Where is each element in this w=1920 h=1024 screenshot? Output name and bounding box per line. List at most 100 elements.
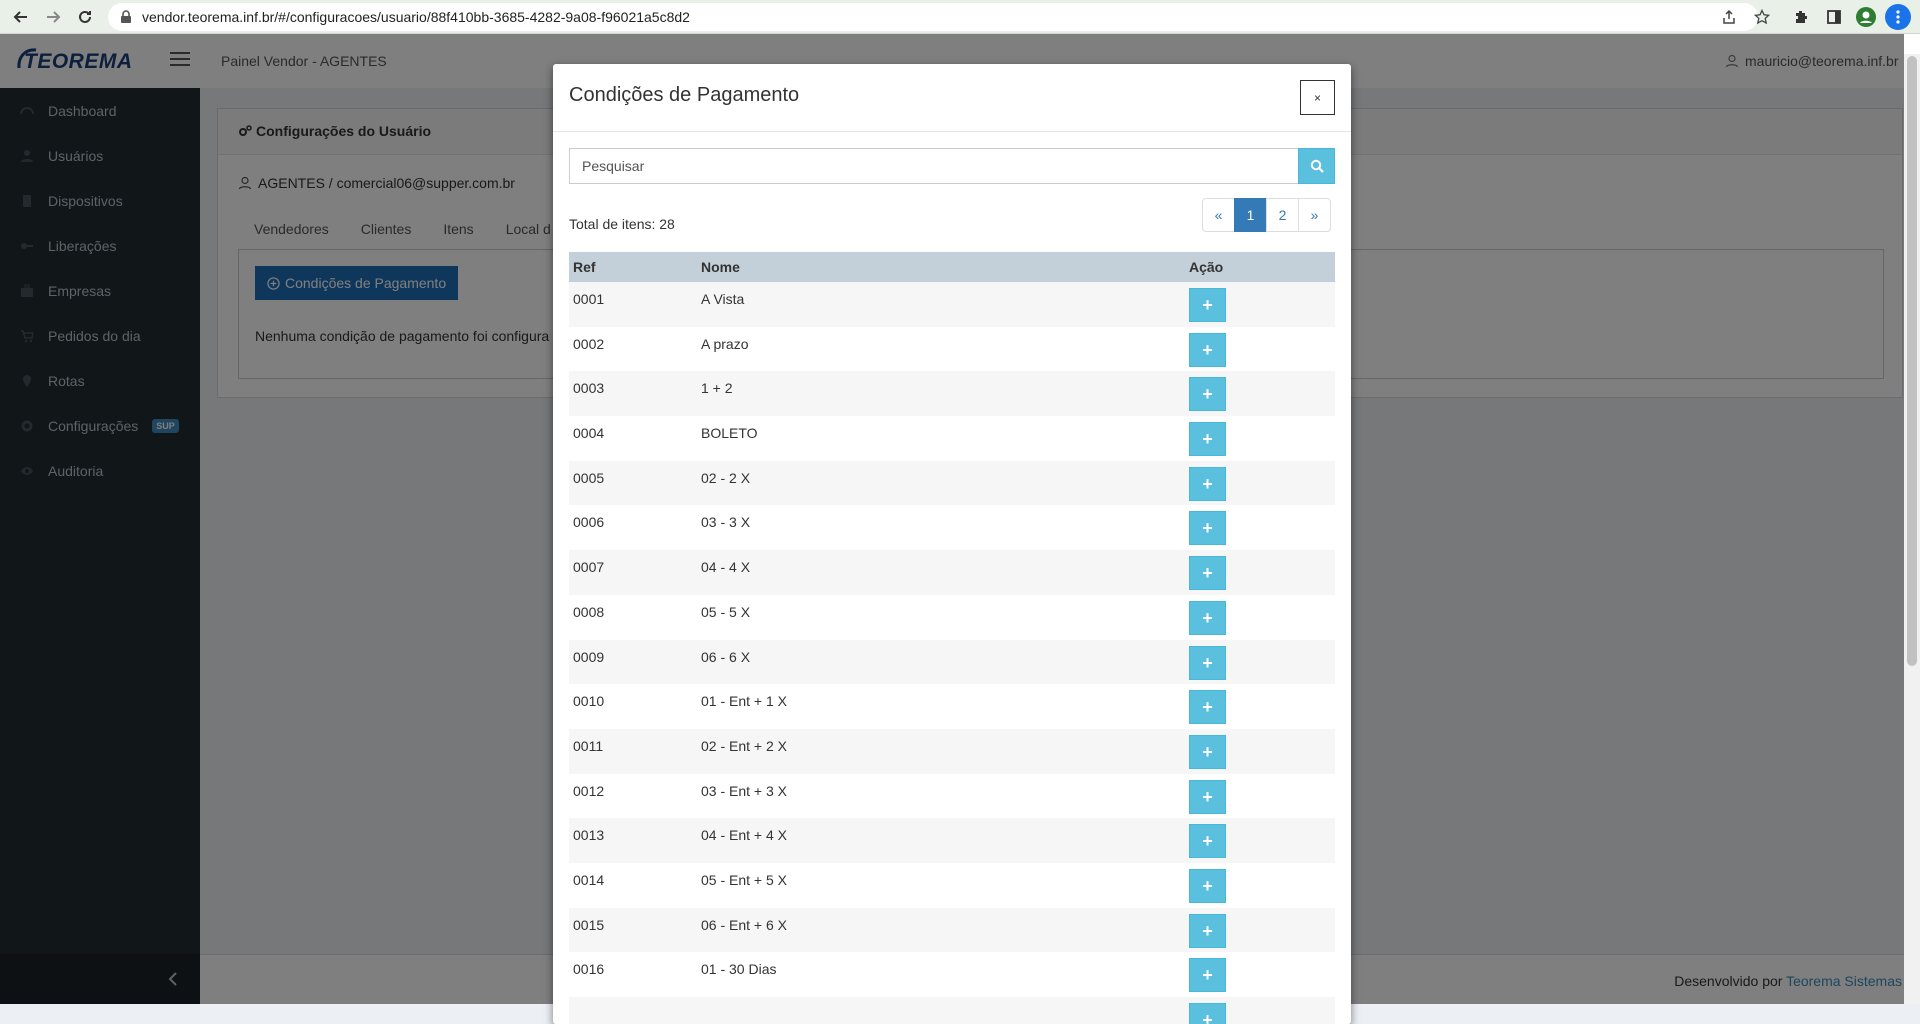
- cell-nome: 06 - 6 X: [701, 648, 751, 665]
- add-button[interactable]: +: [1189, 556, 1226, 591]
- add-button[interactable]: +: [1189, 690, 1226, 725]
- page-2[interactable]: 2: [1266, 198, 1299, 232]
- cell-acao: +: [1189, 416, 1335, 461]
- plus-icon: +: [1202, 295, 1213, 315]
- pagination: « 1 2 »: [1202, 198, 1331, 232]
- cell-nome: 04 - 4 X: [701, 559, 751, 576]
- profile-icon[interactable]: [1853, 4, 1879, 30]
- cell-acao: +: [1189, 461, 1335, 506]
- plus-icon: +: [1202, 875, 1213, 896]
- page-1[interactable]: 1: [1234, 198, 1267, 232]
- add-button[interactable]: +: [1189, 332, 1226, 367]
- cell-ref: 0007: [573, 559, 605, 576]
- add-button[interactable]: +: [1189, 377, 1226, 412]
- cell-nome: 03 - Ent + 3 X: [701, 782, 787, 799]
- cell-ref: 0001: [573, 291, 605, 307]
- cell-ref: 0016: [573, 961, 605, 978]
- cell-nome: 02 - Ent + 2 X: [701, 737, 787, 754]
- page-prev[interactable]: «: [1202, 198, 1235, 232]
- close-icon: ×: [1313, 90, 1321, 105]
- url-text: vendor.teorema.inf.br/#/configuracoes/us…: [142, 9, 690, 25]
- modal-header: Condições de Pagamento ×: [553, 64, 1351, 132]
- table-row: +: [569, 997, 1335, 1024]
- add-button[interactable]: +: [1189, 913, 1226, 948]
- plus-icon: +: [1202, 563, 1213, 584]
- plus-icon: +: [1202, 697, 1213, 718]
- add-button[interactable]: +: [1189, 645, 1226, 680]
- cell-ref: 0013: [573, 827, 605, 844]
- add-button[interactable]: +: [1189, 824, 1226, 859]
- search-input[interactable]: [569, 148, 1299, 184]
- plus-icon: +: [1202, 741, 1213, 762]
- cell-nome: 04 - Ent + 4 X: [701, 827, 787, 844]
- add-button[interactable]: +: [1189, 511, 1226, 546]
- back-icon[interactable]: [8, 4, 34, 30]
- extensions-icon[interactable]: [1788, 4, 1814, 30]
- add-button[interactable]: +: [1189, 600, 1226, 635]
- cell-ref: 0009: [573, 648, 605, 665]
- scrollbar-thumb[interactable]: [1907, 56, 1917, 666]
- lock-icon: [121, 10, 131, 23]
- menu-dots-icon[interactable]: [1885, 4, 1911, 30]
- cell-ref: [569, 997, 697, 1024]
- plus-icon: +: [1202, 786, 1213, 807]
- cell-acao: +: [1189, 371, 1335, 416]
- close-button[interactable]: ×: [1300, 80, 1335, 115]
- table-row: 0006 03 - 3 X +: [569, 505, 1335, 550]
- share-icon[interactable]: [1716, 4, 1742, 30]
- reload-icon[interactable]: [72, 4, 98, 30]
- add-button[interactable]: +: [1189, 779, 1226, 814]
- table-row: 0014 05 - Ent + 5 X +: [569, 863, 1335, 908]
- add-button[interactable]: +: [1189, 422, 1226, 457]
- modal-title: Condições de Pagamento: [569, 84, 800, 106]
- add-button[interactable]: +: [1189, 1003, 1226, 1024]
- page-next[interactable]: »: [1298, 198, 1331, 232]
- table-row: 0009 06 - 6 X +: [569, 639, 1335, 685]
- plus-icon: +: [1202, 473, 1213, 494]
- table-header: Ref Nome Ação: [569, 252, 1335, 282]
- search-button[interactable]: [1298, 148, 1335, 184]
- forward-icon[interactable]: [40, 4, 66, 30]
- cell-acao: +: [1189, 327, 1335, 372]
- add-button[interactable]: +: [1189, 734, 1226, 769]
- cell-acao: +: [1189, 282, 1335, 327]
- star-icon[interactable]: [1749, 4, 1775, 30]
- page-scrollbar[interactable]: [1904, 54, 1920, 1004]
- conditions-table: Ref Nome Ação 0001 A Vista +0002 A prazo +00…: [569, 252, 1335, 1024]
- table-row: 0007 04 - 4 X +: [569, 550, 1335, 595]
- add-button[interactable]: +: [1189, 466, 1226, 501]
- cell-acao: +: [1189, 595, 1335, 640]
- cell-ref: 0002: [573, 335, 605, 352]
- cell-acao: +: [1189, 908, 1335, 953]
- plus-icon: +: [1202, 607, 1213, 628]
- browser-chrome: vendor.teorema.inf.br/#/configuracoes/us…: [0, 0, 1920, 34]
- cell-nome: [697, 997, 1189, 1024]
- cell-acao: +: [1189, 863, 1335, 908]
- plus-icon: +: [1202, 1010, 1213, 1024]
- add-button[interactable]: +: [1189, 288, 1226, 322]
- add-button[interactable]: +: [1189, 958, 1226, 993]
- search-bar: [569, 148, 1335, 184]
- cell-ref: 0008: [573, 603, 605, 620]
- cell-acao: +: [1189, 952, 1335, 997]
- add-button[interactable]: +: [1189, 868, 1226, 903]
- table-row: 0002 A prazo +: [569, 327, 1335, 372]
- cell-nome: 1 + 2: [701, 380, 733, 397]
- cell-acao: +: [1189, 505, 1335, 550]
- cell-nome: BOLETO: [701, 425, 758, 442]
- cell-ref: 0015: [573, 916, 605, 933]
- table-row: 0016 01 - 30 Dias +: [569, 952, 1335, 997]
- search-icon: [1310, 159, 1324, 173]
- side-panel-icon[interactable]: [1821, 4, 1847, 30]
- cell-nome: 01 - 30 Dias: [701, 961, 777, 978]
- cell-nome: A Vista: [701, 291, 745, 307]
- plus-icon: +: [1202, 518, 1213, 539]
- cell-acao: +: [1189, 729, 1335, 774]
- cell-ref: 0014: [573, 871, 605, 888]
- table-row: 0004 BOLETO +: [569, 416, 1335, 461]
- address-bar[interactable]: vendor.teorema.inf.br/#/configuracoes/us…: [108, 3, 1758, 31]
- cell-nome: 05 - Ent + 5 X: [701, 871, 787, 888]
- cell-ref: 0011: [573, 737, 604, 754]
- cell-acao: +: [1189, 640, 1335, 685]
- cell-nome: 03 - 3 X: [701, 514, 751, 531]
